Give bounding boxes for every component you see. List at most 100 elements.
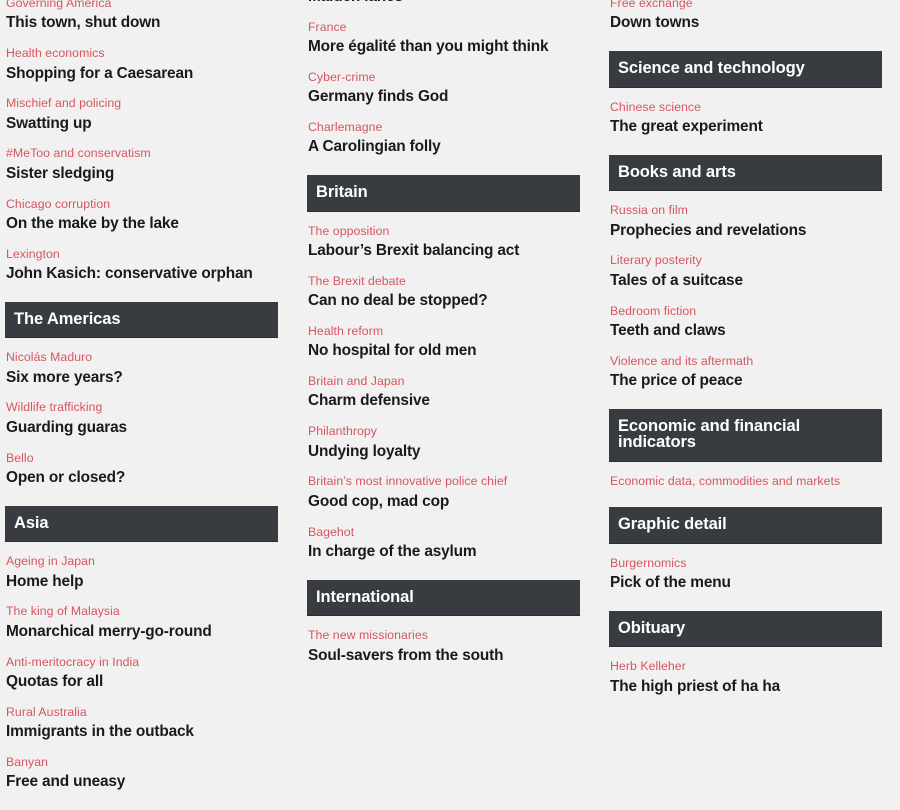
article-item[interactable]: The new missionaries Soul-savers from the… [307, 628, 580, 665]
article-kicker[interactable]: Herb Kelleher [610, 659, 882, 674]
article-headline[interactable]: Quotas for all [6, 673, 278, 692]
article-kicker[interactable]: The opposition [308, 224, 580, 239]
article-kicker[interactable]: Britain and Japan [308, 374, 580, 389]
article-item[interactable]: Wildlife trafficking Guarding guaras [5, 400, 278, 437]
article-kicker[interactable]: The new missionaries [308, 628, 580, 643]
article-headline[interactable]: Labour’s Brexit balancing act [308, 242, 580, 261]
section-header-international[interactable]: International [307, 579, 580, 617]
article-item[interactable]: Health reform No hospital for old men [307, 324, 580, 361]
article-item[interactable]: Chicago corruption On the make by the lak… [5, 197, 278, 234]
article-item[interactable]: Anti-meritocracy in India Quotas for all [5, 655, 278, 692]
article-kicker[interactable]: Rural Australia [6, 705, 278, 720]
article-headline[interactable]: This town, shut down [6, 14, 278, 33]
article-kicker[interactable]: #MeToo and conservatism [6, 146, 278, 161]
article-kicker[interactable]: Health economics [6, 46, 278, 61]
article-item[interactable]: Banyan Free and uneasy [5, 755, 278, 792]
article-kicker[interactable]: The Brexit debate [308, 274, 580, 289]
article-headline[interactable]: Undying loyalty [308, 443, 580, 462]
article-kicker[interactable]: Anti-meritocracy in India [6, 655, 278, 670]
article-kicker[interactable]: Banyan [6, 755, 278, 770]
article-kicker[interactable]: France [308, 20, 580, 35]
article-item[interactable]: Economic data, commodities and markets [609, 474, 882, 489]
section-header-asia[interactable]: Asia [5, 505, 278, 543]
section-header-science-and-technology[interactable]: Science and technology [609, 51, 882, 88]
article-item[interactable]: Britain and Japan Charm defensive [307, 374, 580, 411]
article-kicker[interactable]: Health reform [308, 324, 580, 339]
article-kicker[interactable]: Ageing in Japan [6, 554, 278, 569]
article-kicker[interactable]: Russia on film [610, 203, 882, 218]
article-item[interactable]: #MeToo and conservatism Sister sledging [5, 146, 278, 183]
article-headline[interactable]: The great experiment [610, 118, 882, 137]
article-item[interactable]: Burgernomics Pick of the menu [609, 556, 882, 593]
article-item[interactable]: Lexington John Kasich: conservative orpha… [5, 247, 278, 284]
article-kicker[interactable]: Governing America [6, 0, 278, 11]
article-kicker[interactable]: Chinese science [610, 100, 882, 115]
section-header-the-americas[interactable]: The Americas [5, 301, 278, 339]
article-headline[interactable]: Germany finds God [308, 88, 580, 107]
article-headline[interactable]: Soul-savers from the south [308, 647, 580, 666]
article-item[interactable]: Chinese science The great experiment [609, 100, 882, 137]
article-headline[interactable]: Shopping for a Caesarean [6, 65, 278, 84]
article-headline[interactable]: Can no deal be stopped? [308, 292, 580, 311]
article-kicker[interactable]: Lexington [6, 247, 278, 262]
article-item[interactable]: France More égalité than you might think [307, 20, 580, 57]
article-kicker[interactable]: Bello [6, 451, 278, 466]
article-headline[interactable]: In charge of the asylum [308, 543, 580, 562]
article-item[interactable]: Herb Kelleher The high priest of ha ha [609, 659, 882, 696]
article-kicker[interactable]: Charlemagne [308, 120, 580, 135]
article-kicker[interactable]: Britain’s most innovative police chief [308, 474, 580, 489]
article-kicker[interactable]: Mischief and policing [6, 96, 278, 111]
article-item[interactable]: Charlemagne A Carolingian folly [307, 120, 580, 157]
article-kicker[interactable]: Nicolás Maduro [6, 350, 278, 365]
article-kicker[interactable]: Violence and its aftermath [610, 354, 882, 369]
article-item[interactable]: Cyber-crime Germany finds God [307, 70, 580, 107]
article-item[interactable]: Rural Australia Immigrants in the outback [5, 705, 278, 742]
article-item[interactable]: Free exchange Down towns [609, 0, 882, 33]
article-item[interactable]: The opposition Labour’s Brexit balancing … [307, 224, 580, 261]
article-headline[interactable]: John Kasich: conservative orphan [6, 265, 278, 284]
article-kicker[interactable]: Bagehot [308, 525, 580, 540]
section-header-economic-and-financial-indicators[interactable]: Economic and financial indicators [609, 408, 882, 462]
article-headline[interactable]: Home help [6, 573, 278, 592]
article-item[interactable]: The king of Malaysia Monarchical merry-go… [5, 604, 278, 641]
article-kicker[interactable]: Economic data, commodities and markets [610, 474, 882, 489]
article-headline[interactable]: Pick of the menu [610, 574, 882, 593]
article-headline[interactable]: On the make by the lake [6, 215, 278, 234]
article-item[interactable]: Bagehot In charge of the asylum [307, 525, 580, 562]
section-header-graphic-detail[interactable]: Graphic detail [609, 507, 882, 544]
article-headline[interactable]: Immigrants in the outback [6, 723, 278, 742]
article-item[interactable]: Russia on film Prophecies and revelations [609, 203, 882, 240]
article-headline[interactable]: More égalité than you might think [308, 38, 580, 57]
section-header-britain[interactable]: Britain [307, 175, 580, 212]
article-item[interactable]: Philanthropy Undying loyalty [307, 424, 580, 461]
article-kicker[interactable]: Burgernomics [610, 556, 882, 571]
article-kicker[interactable]: Cyber-crime [308, 70, 580, 85]
article-item[interactable]: Literary posterity Tales of a suitcase [609, 253, 882, 290]
article-headline[interactable]: The high priest of ha ha [610, 678, 882, 697]
article-headline[interactable]: No hospital for old men [308, 342, 580, 361]
article-headline[interactable]: Sister sledging [6, 165, 278, 184]
article-item[interactable]: Bedroom fiction Teeth and claws [609, 304, 882, 341]
article-headline[interactable]: Six more years? [6, 369, 278, 388]
article-headline[interactable]: Good cop, mad cop [308, 493, 580, 512]
article-item[interactable]: The Brexit debate Can no deal be stopped? [307, 274, 580, 311]
article-kicker[interactable]: Chicago corruption [6, 197, 278, 212]
article-item[interactable]: Mischief and policing Swatting up [5, 96, 278, 133]
article-kicker[interactable]: Wildlife trafficking [6, 400, 278, 415]
article-item[interactable]: Nicolás Maduro Six more years? [5, 350, 278, 387]
article-kicker[interactable]: Literary posterity [610, 253, 882, 268]
article-headline[interactable]: Maiden lanes [308, 0, 580, 7]
article-kicker[interactable]: Bedroom fiction [610, 304, 882, 319]
article-headline[interactable]: A Carolingian folly [308, 138, 580, 157]
article-kicker[interactable]: Philanthropy [308, 424, 580, 439]
article-item[interactable]: Violence and its aftermath The price of p… [609, 354, 882, 391]
section-header-obituary[interactable]: Obituary [609, 610, 882, 648]
article-headline[interactable]: The price of peace [610, 372, 882, 391]
article-item[interactable]: Britain’s most innovative police chief Go… [307, 474, 580, 511]
article-item[interactable]: Governing America This town, shut down [5, 0, 278, 33]
article-item[interactable]: Health economics Shopping for a Caesarean [5, 46, 278, 83]
article-headline[interactable]: Down towns [610, 14, 882, 33]
article-headline[interactable]: Open or closed? [6, 469, 278, 488]
article-headline[interactable]: Teeth and claws [610, 322, 882, 341]
section-header-books-and-arts[interactable]: Books and arts [609, 154, 882, 192]
